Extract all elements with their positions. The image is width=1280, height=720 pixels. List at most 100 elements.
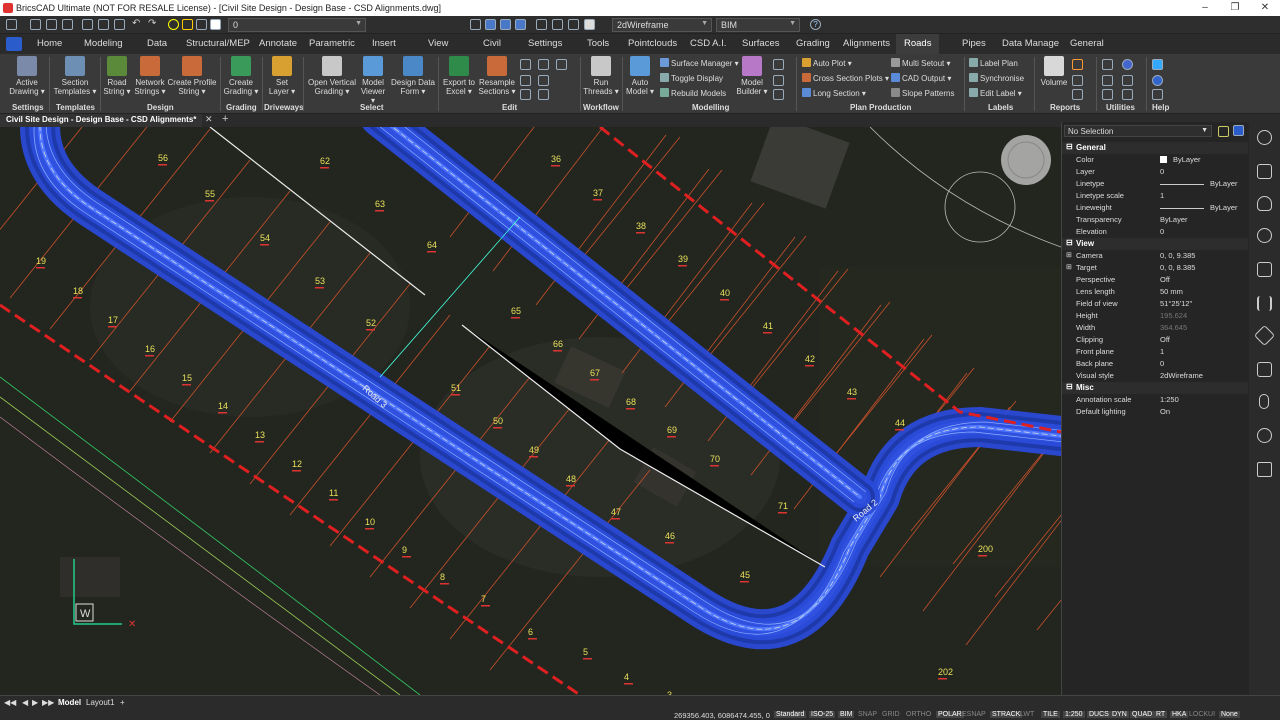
- status-toggle-tile[interactable]: TILE: [1041, 711, 1060, 718]
- status-toggle-grid[interactable]: GRID: [882, 711, 900, 718]
- resample-sections-button[interactable]: Resample Sections ▾: [477, 54, 517, 96]
- property-row[interactable]: Front plane 1: [1062, 346, 1248, 358]
- tab-insert[interactable]: Insert: [372, 38, 396, 49]
- property-row[interactable]: Clipping Off: [1062, 334, 1248, 346]
- edit-tool-3-icon[interactable]: [520, 75, 531, 86]
- layout-nav-first-icon[interactable]: ◀◀: [4, 698, 16, 707]
- menu-icon[interactable]: [6, 19, 17, 30]
- layer-dropdown[interactable]: 0 ▼: [228, 18, 366, 32]
- section-general[interactable]: ⊟ General: [1062, 142, 1248, 154]
- report-tool-3-icon[interactable]: [1072, 89, 1083, 100]
- navigation-wheel-icon[interactable]: [1001, 135, 1051, 185]
- layout-nav-last-icon[interactable]: ▶▶: [42, 698, 54, 707]
- tab-parametric[interactable]: Parametric: [309, 38, 355, 49]
- help-icon[interactable]: ?: [810, 19, 821, 30]
- property-row[interactable]: Camera 0, 0, 9.385 ⊞: [1062, 250, 1248, 262]
- visual-style-dropdown[interactable]: 2dWireframe ▼: [612, 18, 712, 32]
- status-toggle-ortho[interactable]: ORTHO: [906, 711, 931, 718]
- cloud-upload-icon[interactable]: [1257, 428, 1272, 443]
- modelling-tool-3-icon[interactable]: [773, 89, 784, 100]
- minimize-button[interactable]: –: [1190, 0, 1220, 16]
- layer-lock-icon[interactable]: [196, 19, 207, 30]
- export-to-excel-button[interactable]: Export to Excel ▾: [440, 54, 478, 96]
- property-row[interactable]: Color ByLayer: [1062, 154, 1248, 166]
- tab-csd-ai[interactable]: CSD A.I.: [690, 38, 726, 49]
- cad-output-button[interactable]: CAD Output ▾: [891, 73, 951, 83]
- road-string-button[interactable]: Road String ▾: [101, 54, 133, 96]
- status-toggle-bim[interactable]: BIM: [838, 711, 855, 718]
- zoom-icon[interactable]: [485, 19, 496, 30]
- layout-nav-prev-icon[interactable]: ◀: [22, 698, 28, 707]
- property-row[interactable]: Width 364.645: [1062, 322, 1248, 334]
- status-toggle-rt[interactable]: RT: [1154, 711, 1168, 718]
- edit-tool-6-icon[interactable]: [538, 89, 549, 100]
- tab-home[interactable]: Home: [37, 38, 62, 49]
- cross-section-plots-button[interactable]: Cross Section Plots ▾: [802, 73, 889, 83]
- tab-alignments[interactable]: Alignments: [843, 38, 890, 49]
- tab-layout1[interactable]: Layout1: [86, 698, 114, 707]
- toggle-display-button[interactable]: Toggle Display: [660, 73, 723, 83]
- redo-icon[interactable]: ↷: [148, 19, 159, 30]
- tab-pointclouds[interactable]: Pointclouds: [628, 38, 677, 49]
- status-toggle-lockui[interactable]: LOCKUI: [1189, 711, 1215, 718]
- status-toggle-ducs[interactable]: DUCS: [1087, 711, 1111, 718]
- help-tool-3-icon[interactable]: [1152, 89, 1163, 100]
- modelling-tool-2-icon[interactable]: [773, 75, 784, 86]
- collapse-icon[interactable]: ⊟: [1066, 382, 1073, 391]
- open-vertical-grading-button[interactable]: Open Vertical Grading ▾: [306, 54, 358, 96]
- property-row[interactable]: Annotation scale 1:250: [1062, 394, 1248, 406]
- expand-icon[interactable]: ⊞: [1066, 251, 1072, 259]
- status-toggle-polar[interactable]: POLAR: [936, 711, 964, 718]
- property-row[interactable]: Linetype scale 1: [1062, 190, 1248, 202]
- tab-data[interactable]: Data: [147, 38, 167, 49]
- spiral-icon[interactable]: [1257, 228, 1272, 243]
- create-profile-string-button[interactable]: Create Profile String ▾: [167, 54, 217, 96]
- workspace-dropdown[interactable]: BIM ▼: [716, 18, 800, 32]
- tab-general[interactable]: General: [1070, 38, 1104, 49]
- layer-color-icon[interactable]: [210, 19, 221, 30]
- auto-plot-button[interactable]: Auto Plot ▾: [802, 58, 852, 68]
- lightbulb-icon[interactable]: [1257, 130, 1272, 145]
- tab-roads[interactable]: Roads: [896, 34, 940, 54]
- property-row[interactable]: Visual style 2dWireframe: [1062, 370, 1248, 382]
- property-row[interactable]: Back plane 0: [1062, 358, 1248, 370]
- layout-nav-next-icon[interactable]: ▶: [32, 698, 38, 707]
- auto-model-button[interactable]: Auto Model ▾: [624, 54, 656, 96]
- help-tool-2-icon[interactable]: [1152, 75, 1163, 86]
- ruler-icon[interactable]: [1257, 262, 1272, 277]
- help-tool-1-icon[interactable]: [1152, 59, 1163, 70]
- status-toggle-esnap[interactable]: ESNAP: [962, 711, 986, 718]
- status-toggle-iso-25[interactable]: ISO-25: [809, 711, 836, 718]
- app-menu-icon[interactable]: [6, 37, 22, 51]
- save-icon[interactable]: [62, 19, 73, 30]
- property-row[interactable]: Perspective Off: [1062, 274, 1248, 286]
- modelling-tool-1-icon[interactable]: [773, 59, 784, 70]
- star-icon[interactable]: [1257, 462, 1272, 477]
- status-toggle-none[interactable]: None: [1219, 711, 1240, 718]
- model-builder-button[interactable]: Model Builder ▾: [736, 54, 768, 96]
- synchronise-button[interactable]: Synchronise: [969, 73, 1024, 83]
- status-toggle-standard[interactable]: Standard: [774, 711, 807, 718]
- status-toggle-quad[interactable]: QUAD: [1130, 711, 1155, 718]
- tab-modeling[interactable]: Modeling: [84, 38, 123, 49]
- layer-on-icon[interactable]: [168, 19, 179, 30]
- property-row[interactable]: Transparency ByLayer: [1062, 214, 1248, 226]
- pan-icon[interactable]: [500, 19, 511, 30]
- print-icon[interactable]: [82, 19, 93, 30]
- property-row[interactable]: Lineweight ByLayer: [1062, 202, 1248, 214]
- section-view[interactable]: ⊟ View: [1062, 238, 1248, 250]
- property-row[interactable]: Field of view 51°25'12": [1062, 298, 1248, 310]
- edit-tool-4-icon[interactable]: [538, 75, 549, 86]
- tab-model[interactable]: Model: [58, 698, 81, 707]
- report-tool-2-icon[interactable]: [1072, 75, 1083, 86]
- display-icon[interactable]: [584, 19, 595, 30]
- drawing-canvas[interactable]: 5655545352515049484746456263646566676869…: [0, 127, 1061, 695]
- add-layout-icon[interactable]: +: [120, 698, 125, 707]
- edit-tool-7-icon[interactable]: [556, 59, 567, 70]
- tab-grading[interactable]: Grading: [796, 38, 830, 49]
- property-row[interactable]: Elevation 0: [1062, 226, 1248, 238]
- close-button[interactable]: ✕: [1250, 0, 1280, 16]
- i-beam-icon[interactable]: [1257, 296, 1272, 311]
- tab-civil[interactable]: Civil: [483, 38, 501, 49]
- property-row[interactable]: Lens length 50 mm: [1062, 286, 1248, 298]
